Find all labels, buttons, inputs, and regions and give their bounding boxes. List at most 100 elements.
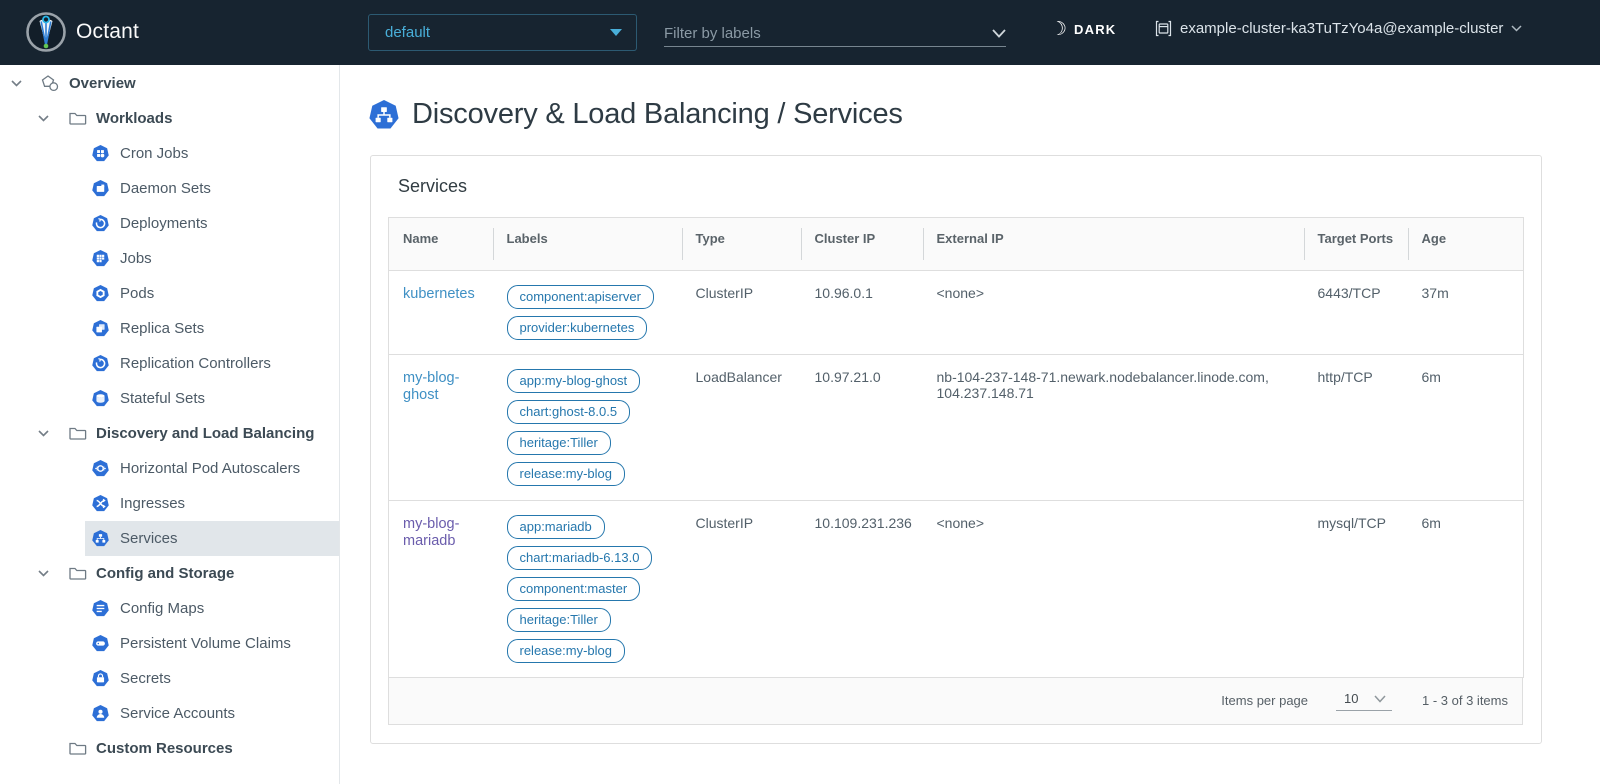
label-pill[interactable]: app:my-blog-ghost (507, 369, 641, 393)
sidebar-item-replica-sets[interactable]: Replica Sets (85, 311, 339, 346)
chevron-down-icon[interactable] (37, 568, 49, 580)
service-type: ClusterIP (682, 271, 801, 355)
namespace-value: default (385, 24, 610, 41)
sidebar-navigation: Overview Workloads Cron Jobs Daemon S (0, 65, 340, 784)
age: 6m (1408, 501, 1524, 678)
column-header-external-ip: External IP (923, 218, 1304, 271)
column-header-cluster-ip: Cluster IP (801, 218, 923, 271)
sidebar-item-replication-controllers[interactable]: Replication Controllers (85, 346, 339, 381)
secrets-icon (92, 670, 109, 687)
page-title: Discovery & Load Balancing / Services (412, 98, 903, 131)
cluster-context-label: example-cluster-ka3TuTzYo4a@example-clus… (1180, 20, 1503, 37)
pvc-icon (92, 635, 109, 652)
dark-theme-label: DARK (1074, 22, 1116, 37)
label-pill[interactable]: chart:mariadb-6.13.0 (507, 546, 653, 570)
column-header-target-ports: Target Ports (1304, 218, 1408, 271)
sidebar-item-daemon-sets[interactable]: Daemon Sets (85, 171, 339, 206)
service-link[interactable]: my-blog-mariadb (403, 516, 459, 549)
topbar: Octant default Filter by labels ☾ DARK e… (0, 0, 1600, 65)
sidebar-item-label: Config Maps (120, 600, 204, 617)
label-pill[interactable]: app:mariadb (507, 515, 605, 539)
sidebar-item-workloads[interactable]: Workloads (0, 101, 339, 136)
folder-icon (68, 109, 87, 128)
label-pill[interactable]: component:apiserver (507, 285, 654, 309)
column-header-type: Type (682, 218, 801, 271)
sidebar-item-label: Replication Controllers (120, 355, 271, 372)
daemon-sets-icon (92, 180, 109, 197)
sidebar-item-service-accounts[interactable]: Service Accounts (85, 696, 339, 731)
label-pill[interactable]: component:master (507, 577, 641, 601)
cluster-context-switcher[interactable]: example-cluster-ka3TuTzYo4a@example-clus… (1155, 20, 1522, 37)
sidebar-item-label: Workloads (96, 110, 172, 127)
sidebar-item-label: Jobs (120, 250, 152, 267)
sidebar-item-overview[interactable]: Overview (0, 66, 339, 101)
label-pill[interactable]: provider:kubernetes (507, 316, 648, 340)
hpa-icon (92, 460, 109, 477)
folder-icon (68, 564, 87, 583)
objects-icon (41, 74, 60, 93)
sidebar-item-label: Horizontal Pod Autoscalers (120, 460, 300, 477)
sidebar-item-deployments[interactable]: Deployments (85, 206, 339, 241)
octant-logo-icon (26, 12, 66, 52)
label-pill[interactable]: heritage:Tiller (507, 608, 611, 632)
sidebar-item-pods[interactable]: Pods (85, 276, 339, 311)
sidebar-item-label: Config and Storage (96, 565, 234, 582)
service-link[interactable]: kubernetes (403, 286, 475, 302)
sidebar-item-discovery-and-load-balancing[interactable]: Discovery and Load Balancing (0, 416, 339, 451)
pagination-range: 1 - 3 of 3 items (1422, 693, 1508, 708)
label-pill[interactable]: heritage:Tiller (507, 431, 611, 455)
replica-sets-icon (92, 320, 109, 337)
chevron-down-icon (1511, 25, 1522, 32)
cluster-ip: 10.96.0.1 (801, 271, 923, 355)
sidebar-item-label: Stateful Sets (120, 390, 205, 407)
target-ports: http/TCP (1304, 355, 1408, 501)
sidebar-item-label: Deployments (120, 215, 208, 232)
table-header-row: Name Labels Type Cluster IP External IP … (389, 218, 1524, 271)
services-card: Services Name Labels Type Cluster IP Ext… (370, 155, 1542, 744)
chevron-down-icon[interactable] (37, 428, 49, 440)
replication-controllers-icon (92, 355, 109, 372)
column-header-name: Name (389, 218, 493, 271)
dark-theme-toggle[interactable]: ☾ DARK (1050, 20, 1116, 39)
sidebar-item-label: Cron Jobs (120, 145, 188, 162)
services-icon (369, 100, 399, 130)
label-filter-input[interactable]: Filter by labels (664, 20, 1006, 47)
page-size-value: 10 (1344, 691, 1358, 706)
external-ip: nb-104-237-148-71.newark.nodebalancer.li… (923, 355, 1304, 501)
page-header: Discovery & Load Balancing / Services (369, 98, 1600, 131)
sidebar-item-label: Overview (69, 75, 136, 92)
sidebar-item-services[interactable]: Services (85, 521, 339, 556)
label-pill[interactable]: release:my-blog (507, 462, 626, 486)
namespace-select[interactable]: default (368, 14, 637, 51)
sidebar-item-config-and-storage[interactable]: Config and Storage (0, 556, 339, 591)
service-link[interactable]: my-blog-ghost (403, 370, 459, 403)
sidebar-item-horizontal-pod-autoscalers[interactable]: Horizontal Pod Autoscalers (85, 451, 339, 486)
chevron-down-icon (992, 29, 1006, 38)
sidebar-item-custom-resources[interactable]: Custom Resources (0, 731, 339, 766)
page-size-select[interactable]: 10 (1336, 690, 1392, 711)
config-maps-icon (92, 600, 109, 617)
sidebar-item-label: Daemon Sets (120, 180, 211, 197)
sidebar-item-label: Services (120, 530, 178, 547)
label-pill[interactable]: release:my-blog (507, 639, 626, 663)
sidebar-item-ingresses[interactable]: Ingresses (85, 486, 339, 521)
table-row: kubernetes component:apiserver provider:… (389, 271, 1524, 355)
sidebar-item-cron-jobs[interactable]: Cron Jobs (85, 136, 339, 171)
sidebar-item-jobs[interactable]: Jobs (85, 241, 339, 276)
chevron-down-icon[interactable] (37, 113, 49, 125)
sidebar-item-label: Custom Resources (96, 740, 233, 757)
table-row: my-blog-ghost app:my-blog-ghost chart:gh… (389, 355, 1524, 501)
sidebar-item-persistent-volume-claims[interactable]: Persistent Volume Claims (85, 626, 339, 661)
chevron-down-icon[interactable] (10, 78, 22, 90)
sidebar-item-label: Discovery and Load Balancing (96, 425, 314, 442)
sidebar-item-config-maps[interactable]: Config Maps (85, 591, 339, 626)
service-accounts-icon (92, 705, 109, 722)
sidebar-item-stateful-sets[interactable]: Stateful Sets (85, 381, 339, 416)
sidebar-item-label: Pods (120, 285, 154, 302)
target-ports: mysql/TCP (1304, 501, 1408, 678)
services-table: Name Labels Type Cluster IP External IP … (388, 217, 1524, 678)
cluster-ip: 10.97.21.0 (801, 355, 923, 501)
sidebar-item-secrets[interactable]: Secrets (85, 661, 339, 696)
cluster-ip: 10.109.231.236 (801, 501, 923, 678)
label-pill[interactable]: chart:ghost-8.0.5 (507, 400, 631, 424)
